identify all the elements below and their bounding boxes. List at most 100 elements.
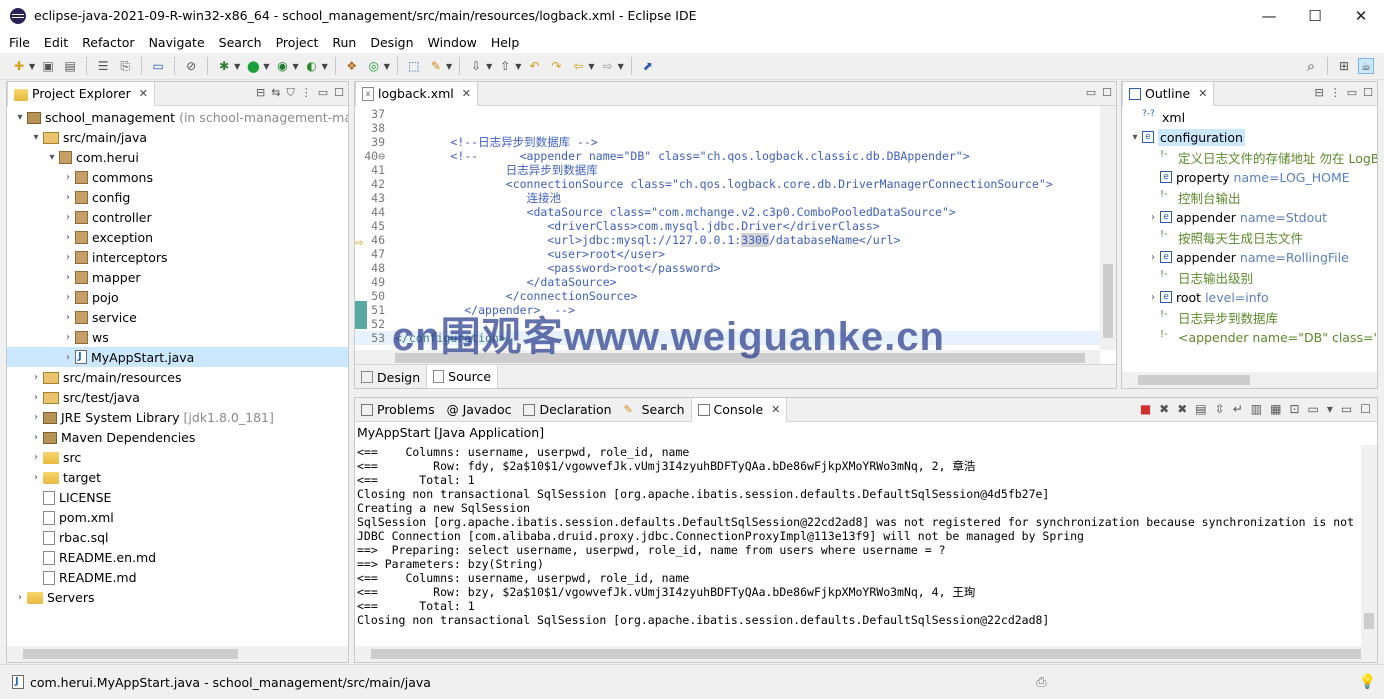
tab-declaration[interactable]: Declaration xyxy=(517,398,617,422)
outline-item[interactable]: !- 日志异步到数据库 xyxy=(1122,307,1377,327)
tab-javadoc[interactable]: @ Javadoc xyxy=(441,398,518,422)
tree-item[interactable]: ▾ school_management (in school-management-… xyxy=(7,107,348,127)
close-icon[interactable]: ✕ xyxy=(462,87,471,100)
chevron-right-icon[interactable]: › xyxy=(61,212,75,223)
explorer-hscroll[interactable] xyxy=(7,646,348,662)
filter-icon[interactable]: ⛉ xyxy=(286,86,294,100)
open-resource-icon[interactable]: ⎘ xyxy=(117,58,133,74)
forward-icon[interactable]: ⇨ xyxy=(600,58,616,74)
search-icon[interactable]: ⌕ xyxy=(1303,58,1319,74)
tree-item[interactable]: pom.xml xyxy=(7,507,348,527)
chevron-down-icon[interactable]: ▾ xyxy=(45,152,59,163)
maximize-view-icon[interactable]: ☐ xyxy=(1360,402,1371,416)
maximize-view-icon[interactable]: ☐ xyxy=(1363,86,1373,99)
menu-search[interactable]: Search xyxy=(219,35,262,50)
link-editor-icon[interactable]: ⇆ xyxy=(271,86,280,100)
show-stdout-icon[interactable]: ▥ xyxy=(1251,402,1262,416)
java-perspective-icon[interactable]: ☕ xyxy=(1358,58,1374,74)
outline-item[interactable]: !- 控制台输出 xyxy=(1122,187,1377,207)
save-icon[interactable]: ▣ xyxy=(40,58,56,74)
remove-all-launches-icon[interactable]: ✖ xyxy=(1177,402,1187,416)
chevron-right-icon[interactable]: › xyxy=(61,192,75,203)
chevron-right-icon[interactable]: › xyxy=(29,372,43,383)
display-console-icon[interactable]: ▭ xyxy=(1308,402,1319,416)
remove-launch-icon[interactable]: ✖ xyxy=(1159,402,1169,416)
tree-item[interactable]: ▾ src/main/java xyxy=(7,127,348,147)
tree-item[interactable]: › pojo xyxy=(7,287,348,307)
pin-icon[interactable]: ↷ xyxy=(548,58,564,74)
next-annotation-icon[interactable]: ⇩ xyxy=(468,58,484,74)
tree-item[interactable]: › exception xyxy=(7,227,348,247)
terminate-icon[interactable]: ■ xyxy=(1140,402,1151,416)
outline-item[interactable]: !- 定义日志文件的存储地址 勿在 LogBa xyxy=(1122,147,1377,167)
tree-item[interactable]: › commons xyxy=(7,167,348,187)
new-class-icon[interactable]: ◎ xyxy=(366,58,382,74)
new-java-project-icon[interactable]: ❖ xyxy=(344,58,360,74)
run-icon[interactable]: ● xyxy=(245,58,261,74)
show-stderr-icon[interactable]: ▦ xyxy=(1270,402,1281,416)
minimize-view-icon[interactable]: ▭ xyxy=(318,86,328,100)
console-output[interactable]: <== Columns: username, userpwd, role_id,… xyxy=(355,445,1361,646)
outline-hscroll[interactable] xyxy=(1122,372,1377,388)
menu-window[interactable]: Window xyxy=(428,35,477,50)
chevron-right-icon[interactable]: › xyxy=(61,172,75,183)
view-menu-icon[interactable]: ⋮ xyxy=(301,86,312,100)
tab-outline[interactable]: Outline ✕ xyxy=(1122,82,1215,106)
tree-item[interactable]: README.en.md xyxy=(7,547,348,567)
open-console-icon[interactable]: ⬈ xyxy=(640,58,656,74)
maximize-view-icon[interactable]: ☐ xyxy=(1102,86,1112,99)
menu-design[interactable]: Design xyxy=(370,35,413,50)
chevron-right-icon[interactable]: › xyxy=(61,292,75,303)
menu-file[interactable]: File xyxy=(9,35,30,50)
external-tools-icon[interactable]: ◐ xyxy=(304,58,320,74)
prev-annotation-icon[interactable]: ⇧ xyxy=(497,58,513,74)
tree-item[interactable]: › ws xyxy=(7,327,348,347)
collapse-all-icon[interactable]: ⊟ xyxy=(256,86,265,100)
tree-item[interactable]: README.md xyxy=(7,567,348,587)
chevron-right-icon[interactable]: › xyxy=(61,332,75,343)
skip-breakpoints-icon[interactable]: ⊘ xyxy=(183,58,199,74)
open-task-icon[interactable]: ⬚ xyxy=(406,58,422,74)
chevron-right-icon[interactable]: › xyxy=(13,592,27,603)
new-icon[interactable]: ✚ xyxy=(11,58,27,74)
outline-item[interactable]: ▾ e configuration xyxy=(1122,127,1377,147)
tree-item[interactable]: › service xyxy=(7,307,348,327)
menu-help[interactable]: Help xyxy=(491,35,520,50)
outline-item[interactable]: !- <appender name="DB" class="ch xyxy=(1122,327,1377,347)
scroll-lock-icon[interactable]: ⇳ xyxy=(1215,402,1225,416)
close-icon[interactable]: ✕ xyxy=(771,403,780,416)
chevron-right-icon[interactable]: › xyxy=(29,472,43,483)
view-menu-icon[interactable]: ⋮ xyxy=(1330,86,1341,99)
save-all-icon[interactable]: ▤ xyxy=(62,58,78,74)
tip-icon[interactable]: 💡 xyxy=(1359,674,1376,690)
tree-item[interactable]: › mapper xyxy=(7,267,348,287)
tab-logback-xml[interactable]: x logback.xml ✕ xyxy=(355,82,478,106)
chevron-right-icon[interactable]: › xyxy=(29,412,43,423)
chevron-right-icon[interactable]: › xyxy=(1146,292,1160,303)
menu-refactor[interactable]: Refactor xyxy=(82,35,134,50)
editor-vscroll[interactable] xyxy=(1100,106,1116,350)
chevron-right-icon[interactable]: › xyxy=(29,432,43,443)
tab-design[interactable]: Design xyxy=(355,365,426,388)
chevron-right-icon[interactable]: › xyxy=(29,452,43,463)
collapse-all-icon[interactable]: ⊟ xyxy=(1315,86,1324,99)
menu-edit[interactable]: Edit xyxy=(44,35,68,50)
outline-item[interactable]: › e appender name=Stdout xyxy=(1122,207,1377,227)
minimize-view-icon[interactable]: ▭ xyxy=(1086,86,1096,99)
tree-item[interactable]: › interceptors xyxy=(7,247,348,267)
close-button[interactable]: ✕ xyxy=(1338,0,1384,31)
chevron-right-icon[interactable]: › xyxy=(1146,252,1160,263)
tree-item[interactable]: ▾ com.herui xyxy=(7,147,348,167)
tab-search[interactable]: ✎ Search xyxy=(618,398,691,422)
chevron-right-icon[interactable]: › xyxy=(29,392,43,403)
chevron-down-icon[interactable]: ▾ xyxy=(1128,132,1142,143)
close-icon[interactable]: ✕ xyxy=(139,87,148,100)
chevron-right-icon[interactable]: › xyxy=(61,232,75,243)
chevron-right-icon[interactable]: › xyxy=(1146,212,1160,223)
console-hscroll[interactable] xyxy=(355,646,1377,662)
outline-item[interactable]: ?-? xml xyxy=(1122,107,1377,127)
terminal-icon[interactable]: ▭ xyxy=(150,58,166,74)
tab-source[interactable]: Source xyxy=(426,365,499,388)
outline-item[interactable]: !- 日志输出级别 xyxy=(1122,267,1377,287)
menu-run[interactable]: Run xyxy=(332,35,356,50)
